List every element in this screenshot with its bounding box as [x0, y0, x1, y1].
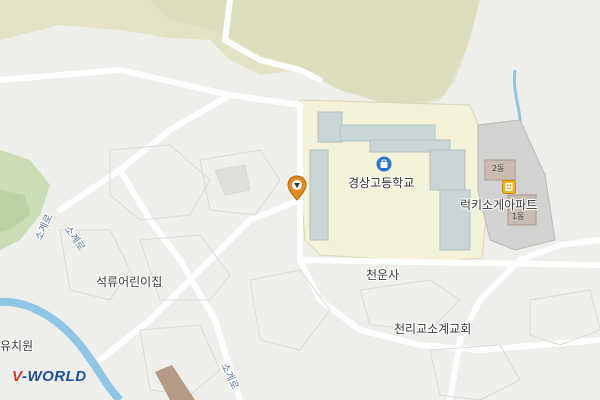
church-label[interactable]: 천리교소계교회	[394, 320, 471, 337]
apartment-building-icon[interactable]	[502, 180, 516, 194]
location-pin-icon[interactable]	[287, 175, 307, 201]
map-view[interactable]: 경상고등학교 럭키소게아파트 2동 1동 천운사 천리교소계교회 석류어린이집 …	[0, 0, 600, 400]
school-bag-icon[interactable]	[376, 156, 392, 172]
temple-label[interactable]: 천운사	[366, 266, 399, 283]
school-label[interactable]: 경상고등학교	[348, 174, 414, 191]
building-1dong-label: 1동	[512, 212, 525, 221]
kindergarten2-label[interactable]: 유치원	[0, 337, 33, 354]
building-2dong-label: 2동	[492, 164, 505, 173]
apartment-label[interactable]: 럭키소게아파트	[460, 196, 537, 213]
kindergarten-label[interactable]: 석류어린이집	[96, 273, 162, 290]
vworld-logo: V-WORLD	[12, 368, 87, 385]
